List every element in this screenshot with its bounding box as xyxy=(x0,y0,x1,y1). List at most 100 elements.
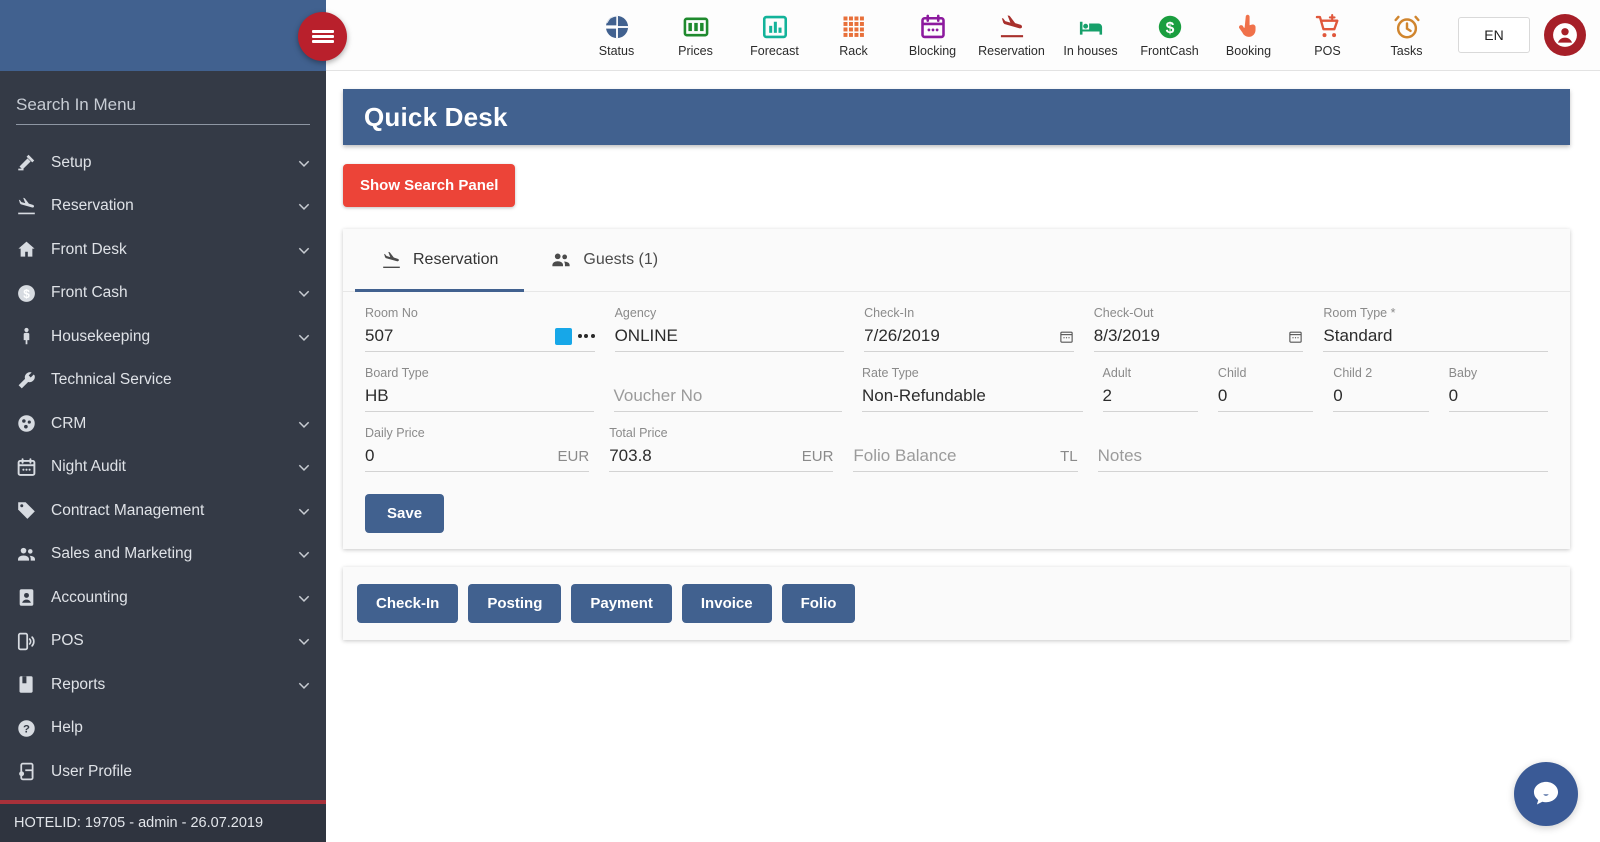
topnav-item-rack[interactable]: Rack xyxy=(814,0,893,71)
user-avatar-icon[interactable] xyxy=(1544,14,1586,56)
sidebar-item-label: Contract Management xyxy=(51,501,205,519)
chevron-down-icon[interactable] xyxy=(296,155,312,171)
field-baby[interactable]: Baby 0 xyxy=(1448,366,1549,412)
chevron-down-icon[interactable] xyxy=(296,459,312,475)
sidebar-item-front-desk[interactable]: Front Desk xyxy=(0,228,326,272)
chevron-down-icon[interactable] xyxy=(296,285,312,301)
chevron-down-icon[interactable] xyxy=(296,329,312,345)
topnav-item-prices[interactable]: Prices xyxy=(656,0,735,71)
voucher-no-placeholder[interactable]: Voucher No xyxy=(614,386,843,406)
room-type-value[interactable]: Standard xyxy=(1323,326,1548,346)
adult-value[interactable]: 2 xyxy=(1103,386,1198,406)
action-button-check-in[interactable]: Check-In xyxy=(357,584,459,623)
agency-value[interactable]: ONLINE xyxy=(615,326,845,346)
action-button-payment[interactable]: Payment xyxy=(571,584,672,623)
topnav-item-in-houses[interactable]: In houses xyxy=(1051,0,1130,71)
topnav-item-status[interactable]: Status xyxy=(577,0,656,71)
topnav-item-blocking[interactable]: Blocking xyxy=(893,0,972,71)
calendar-icon[interactable] xyxy=(1288,329,1303,344)
daily-price-value[interactable]: 0 xyxy=(365,446,544,466)
calendar-icon[interactable] xyxy=(1059,329,1074,344)
sidebar-item-help[interactable]: ? Help xyxy=(0,707,326,751)
check-in-label: Check-In xyxy=(864,306,915,320)
field-agency[interactable]: Agency ONLINE xyxy=(614,306,845,352)
room-no-value[interactable]: 507 xyxy=(365,326,549,346)
sidebar-item-label: Front Cash xyxy=(51,284,128,302)
svg-text:$: $ xyxy=(23,287,30,301)
sidebar-item-setup[interactable]: Setup xyxy=(0,141,326,185)
field-room-no[interactable]: Room No 507 xyxy=(365,306,595,352)
field-check-out[interactable]: Check-Out 8/3/2019 xyxy=(1093,306,1304,352)
field-rate-type[interactable]: Rate Type Non-Refundable xyxy=(862,366,1083,412)
folio-balance-placeholder[interactable]: Folio Balance xyxy=(853,446,1046,466)
room-status-color-swatch[interactable] xyxy=(554,327,572,345)
topnav-item-reservation[interactable]: Reservation xyxy=(972,0,1051,71)
field-total-price[interactable]: Total Price 703.8 EUR xyxy=(609,426,834,472)
sidebar-item-contract-management[interactable]: Contract Management xyxy=(0,489,326,533)
baby-value[interactable]: 0 xyxy=(1449,386,1548,406)
chevron-down-icon[interactable] xyxy=(296,590,312,606)
chevron-down-icon[interactable] xyxy=(296,546,312,562)
sidebar-item-label: Sales and Marketing xyxy=(51,545,193,563)
hamburger-icon-bar xyxy=(311,40,334,43)
field-child[interactable]: Child 0 xyxy=(1217,366,1314,412)
tab-guests[interactable]: Guests (1) xyxy=(524,229,684,291)
sidebar-item-accounting[interactable]: Accounting xyxy=(0,576,326,620)
field-room-type[interactable]: Room Type * Standard xyxy=(1323,306,1548,352)
board-type-value[interactable]: HB xyxy=(365,386,594,406)
action-button-folio[interactable]: Folio xyxy=(781,584,856,623)
sidebar-item-reservation[interactable]: Reservation xyxy=(0,185,326,229)
field-board-type[interactable]: Board Type HB xyxy=(365,366,594,412)
sidebar-item-user-profile[interactable]: User Profile xyxy=(0,750,326,794)
chevron-down-icon[interactable] xyxy=(296,503,312,519)
show-search-panel-button[interactable]: Show Search Panel xyxy=(343,164,516,207)
sidebar-item-label: Setup xyxy=(51,153,92,171)
language-selector[interactable]: EN xyxy=(1458,17,1530,53)
sidebar-item-front-cash[interactable]: $ Front Cash xyxy=(0,272,326,316)
rate-type-value[interactable]: Non-Refundable xyxy=(862,386,1083,406)
total-price-value[interactable]: 703.8 xyxy=(609,446,788,466)
sidebar-item-technical-service[interactable]: Technical Service xyxy=(0,359,326,403)
action-button-posting[interactable]: Posting xyxy=(468,584,562,623)
topnav-item-tasks[interactable]: Tasks xyxy=(1367,0,1446,71)
topnav-item-frontcash[interactable]: $ FrontCash xyxy=(1130,0,1209,71)
search-in-menu-input[interactable] xyxy=(16,93,310,125)
chat-bubble-icon[interactable] xyxy=(1514,762,1578,826)
sidebar-item-label: Reports xyxy=(51,675,106,693)
tools-icon xyxy=(16,152,42,174)
tab-reservation[interactable]: Reservation xyxy=(355,229,525,292)
chevron-down-icon[interactable] xyxy=(296,198,312,214)
hand-click-icon xyxy=(1235,13,1263,41)
chevron-down-icon[interactable] xyxy=(296,416,312,432)
save-button[interactable]: Save xyxy=(365,494,445,533)
field-folio-balance[interactable]: Folio Balance TL xyxy=(853,426,1078,472)
notes-placeholder[interactable]: Notes xyxy=(1098,446,1548,466)
child-2-value[interactable]: 0 xyxy=(1333,386,1428,406)
topnav-item-forecast[interactable]: Forecast xyxy=(735,0,814,71)
check-in-value[interactable]: 7/26/2019 xyxy=(864,326,1053,346)
chevron-down-icon[interactable] xyxy=(296,677,312,693)
field-notes[interactable]: Notes xyxy=(1097,426,1548,472)
chevron-down-icon[interactable] xyxy=(296,242,312,258)
topnav-item-label: Status xyxy=(598,43,635,58)
check-out-value[interactable]: 8/3/2019 xyxy=(1094,326,1283,346)
room-no-more-options-icon[interactable] xyxy=(577,334,595,338)
sidebar-item-pos[interactable]: POS xyxy=(0,620,326,664)
menu-toggle-button[interactable] xyxy=(298,12,347,61)
sidebar-item-crm[interactable]: CRM xyxy=(0,402,326,446)
field-check-in[interactable]: Check-In 7/26/2019 xyxy=(864,306,1074,352)
field-adult[interactable]: Adult 2 xyxy=(1102,366,1198,412)
action-button-invoice[interactable]: Invoice xyxy=(681,584,772,623)
field-daily-price[interactable]: Daily Price 0 EUR xyxy=(365,426,590,472)
tab-guests-label: Guests (1) xyxy=(583,251,659,268)
topnav-item-booking[interactable]: Booking xyxy=(1209,0,1288,71)
sidebar-item-housekeeping[interactable]: Housekeeping xyxy=(0,315,326,359)
child-value[interactable]: 0 xyxy=(1218,386,1313,406)
topnav-item-pos[interactable]: POS xyxy=(1288,0,1367,71)
sidebar-item-night-audit[interactable]: Night Audit xyxy=(0,446,326,490)
sidebar-item-sales-and-marketing[interactable]: Sales and Marketing xyxy=(0,533,326,577)
sidebar-item-reports[interactable]: Reports xyxy=(0,663,326,707)
field-voucher-no[interactable]: Voucher No xyxy=(613,366,843,412)
chevron-down-icon[interactable] xyxy=(296,633,312,649)
field-child-2[interactable]: Child 2 0 xyxy=(1333,366,1429,412)
